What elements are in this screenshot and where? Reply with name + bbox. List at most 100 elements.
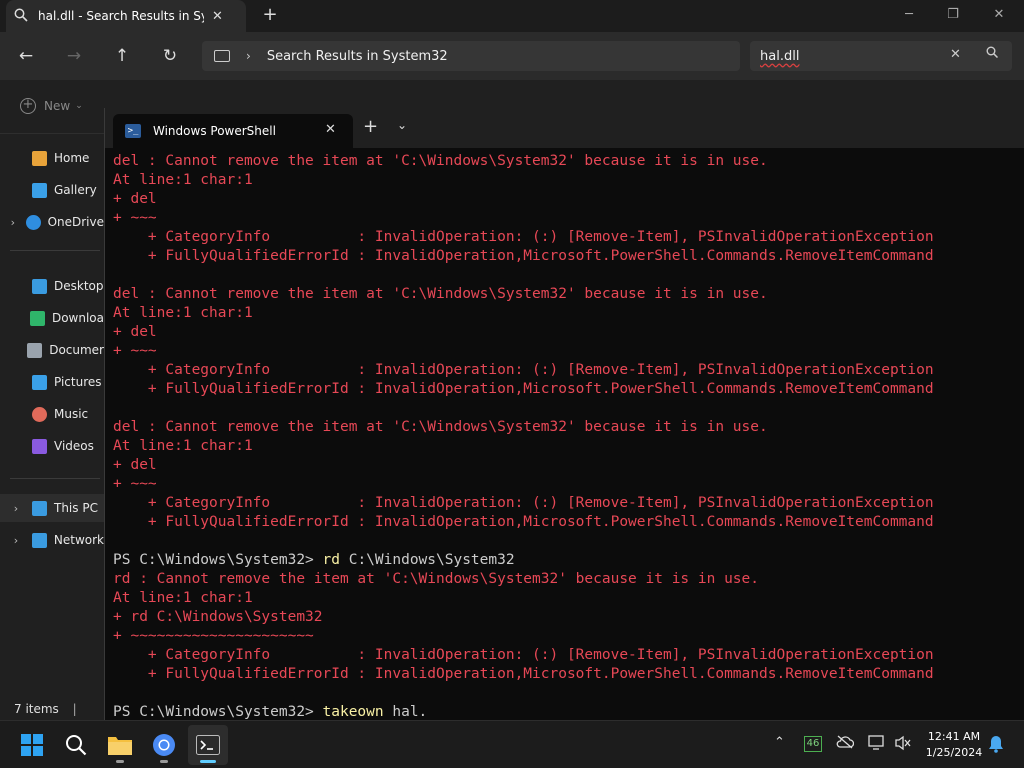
active-indicator	[200, 760, 216, 763]
sidebar-item-label: Home	[54, 151, 90, 165]
clear-search-icon[interactable]: ✕	[950, 47, 961, 62]
sidebar-item-network[interactable]: › Network	[0, 526, 104, 554]
terminal-line: + del	[113, 191, 157, 207]
sidebar-item-label: Music	[54, 407, 89, 421]
explorer-titlebar: hal.dll - Search Results in Syste ✕ + ─ …	[0, 0, 1024, 32]
terminal-line: + rd C:\Windows\System32	[113, 609, 323, 625]
clock-date: 1/25/2024	[925, 746, 983, 759]
chevron-down-icon: ⌄	[75, 101, 83, 111]
explorer-tab-title: hal.dll - Search Results in Syste	[38, 9, 204, 23]
terminal-window: >_ Windows PowerShell ✕ + ⌄ del : Cannot…	[104, 108, 1024, 720]
sidebar-item-downloads[interactable]: Downloa	[0, 304, 104, 332]
home-icon	[32, 150, 47, 166]
terminal-tab[interactable]: >_ Windows PowerShell ✕	[113, 114, 353, 148]
address-path: Search Results in System32	[266, 48, 448, 64]
pictures-icon	[32, 374, 47, 390]
sidebar-divider	[10, 478, 100, 479]
search-taskbar-button[interactable]	[56, 725, 96, 765]
search-button-icon[interactable]	[986, 46, 999, 62]
document-icon	[27, 342, 43, 358]
badge-46[interactable]: 46	[804, 736, 822, 752]
terminal-line: del : Cannot remove the item at 'C:\Wind…	[113, 419, 768, 435]
network-icon[interactable]	[868, 735, 886, 755]
chrome-taskbar-button[interactable]	[144, 725, 184, 765]
sidebar-item-music[interactable]: Music	[0, 400, 104, 428]
item-count: 7 items	[14, 702, 59, 716]
sidebar-item-onedrive[interactable]: › OneDrive	[0, 208, 104, 236]
terminal-line: + FullyQualifiedErrorId : InvalidOperati…	[113, 666, 934, 682]
sidebar-item-this-pc[interactable]: › This PC	[0, 494, 104, 522]
sidebar-divider	[10, 250, 100, 251]
command-args: C:\Windows\System32	[339, 552, 515, 568]
network-icon	[31, 532, 47, 548]
terminal-line: + FullyQualifiedErrorId : InvalidOperati…	[113, 248, 934, 264]
sidebar-item-label: This PC	[54, 501, 98, 515]
terminal-line: + FullyQualifiedErrorId : InvalidOperati…	[113, 381, 934, 397]
volume-muted-icon[interactable]	[894, 735, 912, 755]
show-hidden-icons-chevron-icon[interactable]: ⌃	[774, 735, 785, 750]
sidebar-item-documents[interactable]: Documer	[0, 336, 104, 364]
forward-arrow-icon[interactable]: →	[62, 44, 86, 68]
videos-icon	[32, 438, 47, 454]
terminal-line: + CategoryInfo : InvalidOperation: (:) […	[113, 362, 934, 378]
chevron-right-icon[interactable]: ›	[0, 216, 26, 229]
cloud-offline-icon[interactable]	[836, 735, 855, 753]
terminal-line: + CategoryInfo : InvalidOperation: (:) […	[113, 647, 934, 663]
terminal-line: + del	[113, 324, 157, 340]
address-bar[interactable]: › Search Results in System32	[202, 41, 740, 71]
minimize-button[interactable]: ─	[886, 0, 932, 32]
notification-bell-icon[interactable]	[988, 735, 1004, 757]
new-tab-button[interactable]: +	[258, 4, 282, 28]
clock[interactable]: 12:41 AM 1/25/2024	[916, 729, 992, 761]
sidebar-item-label: Pictures	[54, 375, 102, 389]
restore-button[interactable]: ❐	[930, 0, 976, 32]
plus-icon: +	[20, 98, 36, 114]
desktop: hal.dll - Search Results in Syste ✕ + ─ …	[0, 0, 1024, 768]
clock-time: 12:41 AM	[927, 730, 981, 743]
terminal-line: At line:1 char:1	[113, 305, 253, 321]
new-terminal-tab-button[interactable]: +	[363, 116, 378, 137]
new-button-label: New	[44, 99, 71, 113]
command-text: rd	[322, 552, 340, 568]
folder-icon	[108, 737, 132, 755]
window-close-button[interactable]: ✕	[976, 0, 1022, 32]
powershell-icon: >_	[125, 124, 141, 138]
close-icon[interactable]: ✕	[212, 9, 223, 24]
back-arrow-icon[interactable]: ←	[14, 44, 38, 68]
sidebar-item-label: Downloa	[51, 311, 104, 325]
chevron-down-icon[interactable]: ⌄	[397, 118, 407, 132]
new-button[interactable]: + New ⌄	[20, 98, 83, 114]
terminal-line: PS C:\Windows\System32> rd C:\Windows\Sy…	[113, 551, 1019, 570]
terminal-line: + CategoryInfo : InvalidOperation: (:) […	[113, 229, 934, 245]
refresh-icon[interactable]: ↻	[158, 44, 182, 68]
chevron-right-icon[interactable]: ›	[246, 49, 251, 63]
sidebar-item-label: Documer	[49, 343, 104, 357]
search-icon	[66, 735, 87, 756]
explorer-tab[interactable]: hal.dll - Search Results in Syste ✕	[6, 0, 246, 32]
chevron-right-icon[interactable]: ›	[0, 502, 32, 515]
terminal-line: At line:1 char:1	[113, 438, 253, 454]
search-input[interactable]: hal.dll ✕	[750, 41, 1012, 71]
terminal-line: del : Cannot remove the item at 'C:\Wind…	[113, 153, 768, 169]
command-text: takeown	[322, 704, 384, 720]
terminal-taskbar-button[interactable]	[188, 725, 228, 765]
windows-logo-icon	[21, 734, 43, 756]
sidebar-item-label: OneDrive	[47, 215, 104, 229]
start-button[interactable]	[12, 725, 52, 765]
running-indicator	[116, 760, 124, 763]
terminal-output[interactable]: del : Cannot remove the item at 'C:\Wind…	[113, 152, 1019, 720]
sidebar-item-desktop[interactable]: Desktop	[0, 272, 104, 300]
close-icon[interactable]: ✕	[325, 122, 336, 137]
computer-icon	[214, 50, 230, 62]
sidebar-item-home[interactable]: Home	[0, 144, 104, 172]
chevron-right-icon[interactable]: ›	[0, 534, 32, 547]
sidebar-item-label: Gallery	[54, 183, 97, 197]
file-explorer-taskbar-button[interactable]	[100, 725, 140, 765]
sidebar-item-gallery[interactable]: Gallery	[0, 176, 104, 204]
sidebar-item-pictures[interactable]: Pictures	[0, 368, 104, 396]
sidebar-item-videos[interactable]: Videos	[0, 432, 104, 460]
up-arrow-icon[interactable]: ↑	[110, 44, 134, 68]
